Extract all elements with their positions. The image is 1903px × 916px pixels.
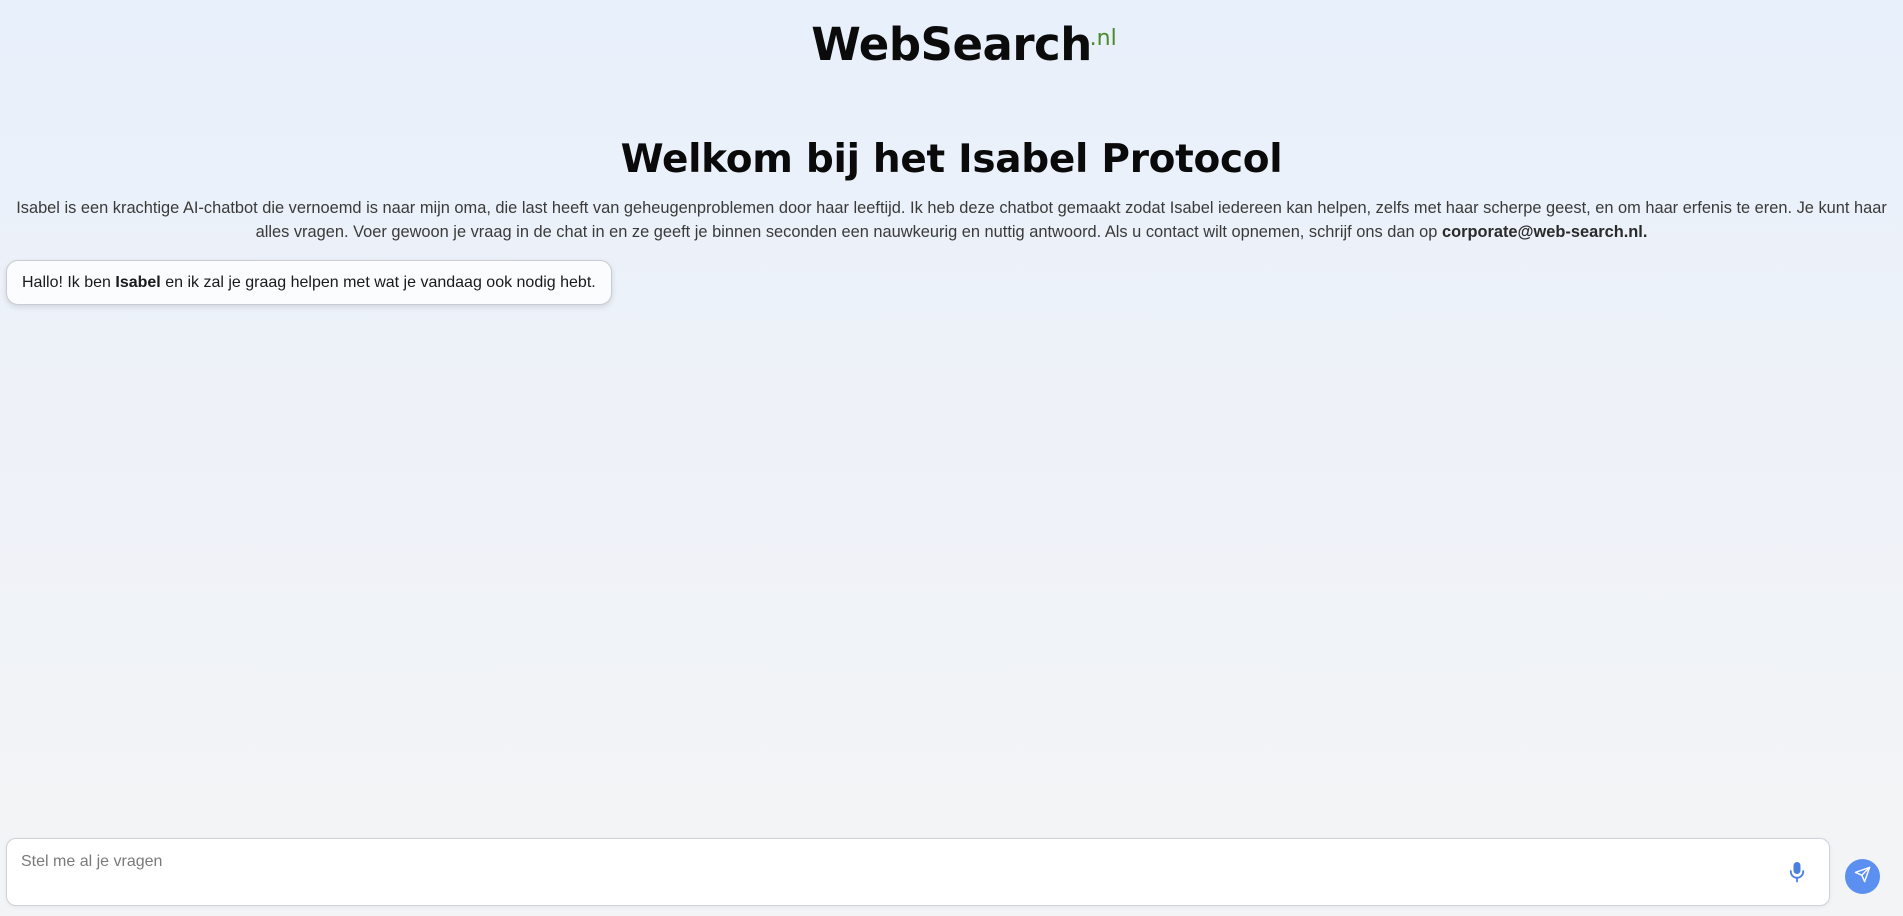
message-bot-name: Isabel: [115, 274, 161, 291]
microphone-button[interactable]: [1784, 859, 1810, 889]
logo[interactable]: WebSearch .nl: [811, 18, 1116, 72]
chat-input[interactable]: [21, 849, 1761, 875]
chat-input-bar: [6, 838, 1830, 906]
microphone-icon: [1789, 861, 1805, 887]
logo-text: WebSearch: [811, 18, 1092, 71]
logo-tld: .nl: [1089, 26, 1117, 51]
message-text-after: en ik zal je graag helpen met wat je van…: [160, 274, 596, 291]
chat-message-bot: Hallo! Ik ben Isabel en ik zal je graag …: [6, 260, 612, 305]
send-icon: [1854, 866, 1871, 887]
intro-paragraph: Isabel is een krachtige AI-chatbot die v…: [10, 196, 1893, 244]
send-button[interactable]: [1845, 859, 1880, 894]
message-text-before: Hallo! Ik ben: [22, 274, 116, 291]
page-title: Welkom bij het Isabel Protocol: [620, 137, 1283, 182]
site-header: WebSearch .nl: [0, 18, 1903, 72]
contact-email: corporate@web-search.nl.: [1441, 223, 1648, 241]
